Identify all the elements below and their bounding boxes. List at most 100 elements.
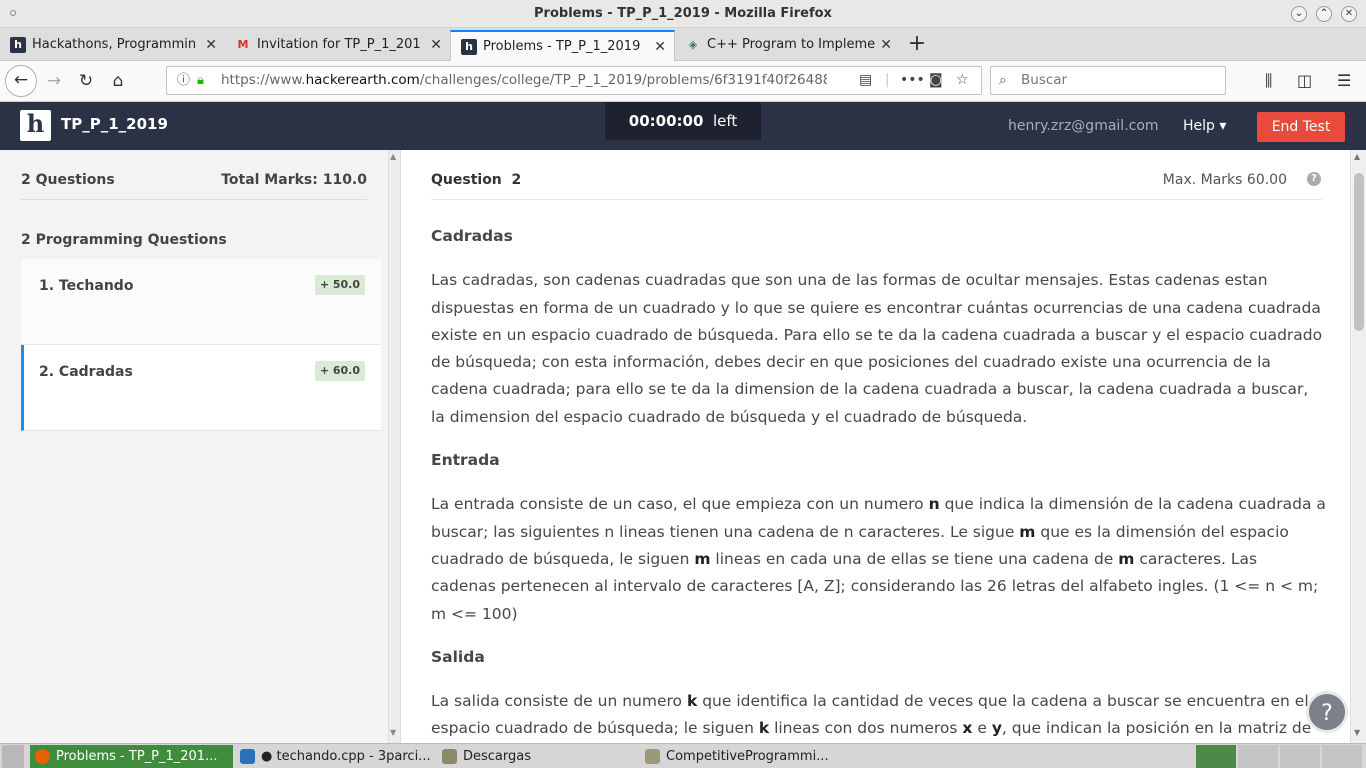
max-marks: Max. Marks 60.00 [1162, 172, 1287, 188]
search-input[interactable]: ⌕ Buscar [990, 66, 1226, 95]
pocket-icon[interactable]: ◙ [929, 67, 943, 94]
help-question-icon[interactable]: ? [1307, 172, 1321, 186]
variable-name: x [962, 719, 973, 738]
tab-label: C++ Program to Impleme [707, 37, 876, 52]
countdown-timer: 00:00:00 left [605, 102, 761, 140]
page-actions-icon[interactable]: ••• [900, 67, 925, 94]
bookmark-star-icon[interactable]: ☆ [956, 67, 969, 94]
user-email[interactable]: henry.zrz@gmail.com [1008, 118, 1159, 134]
new-tab-icon[interactable]: + [905, 30, 929, 58]
pane-splitter[interactable]: ▲ ▼ [388, 150, 401, 743]
variable-name: m [694, 549, 711, 568]
lock-icon[interactable]: 🔒︎ [197, 67, 204, 94]
tab-strip: h Hackathons, Programmin ✕ M Invitation … [0, 28, 1366, 62]
marks-badge: + 50.0 [314, 275, 365, 295]
taskbar-item-descargas[interactable]: Descargas [437, 745, 637, 768]
close-tab-icon[interactable]: ✕ [654, 32, 666, 62]
window-menu-icon[interactable] [10, 10, 16, 16]
scroll-up-icon[interactable]: ▲ [390, 152, 396, 161]
hackerearth-icon: h [10, 37, 26, 53]
tab-problems[interactable]: h Problems - TP_P_1_2019 ✕ [450, 30, 675, 62]
os-taskbar: Problems - TP_P_1_201... ● techando.cpp … [0, 743, 1366, 768]
scroll-down-icon[interactable]: ▼ [390, 728, 396, 737]
search-placeholder: Buscar [1021, 72, 1068, 88]
page-scrollbar[interactable]: ▲ ▼ [1350, 150, 1366, 743]
question-item-cadradas[interactable]: 2. Cadradas + 60.0 [21, 345, 381, 431]
workspace-1-icon[interactable] [1196, 745, 1236, 768]
gmail-icon: M [237, 38, 249, 51]
problem-statement: Cadradas Las cadradas, son cadenas cuadr… [431, 223, 1326, 743]
challenge-name: TP_P_1_2019 [61, 115, 168, 133]
close-tab-icon[interactable]: ✕ [205, 30, 217, 60]
tab-hackathons[interactable]: h Hackathons, Programmin ✕ [0, 30, 225, 61]
url-bar[interactable]: ⓘ 🔒︎ https://www.hackerearth.com/challen… [166, 66, 982, 95]
library-icon[interactable]: ⫼ [1265, 71, 1272, 91]
statement-paragraph: La salida consiste de un numero k que id… [431, 688, 1326, 743]
taskbar-label: ● techando.cpp - 3parci... [261, 749, 431, 764]
question-title: 2. Cadradas [39, 364, 133, 380]
section-heading: Salida [431, 647, 485, 666]
workspace-3-icon[interactable] [1280, 745, 1320, 768]
sidebar-toggle-icon[interactable]: ◫ [1297, 71, 1312, 90]
taskbar-item-firefox[interactable]: Problems - TP_P_1_201... [30, 745, 233, 768]
question-label: Question [431, 172, 502, 188]
taskbar-item-vscode[interactable]: ● techando.cpp - 3parci... [235, 745, 435, 768]
file-manager-icon[interactable] [2, 745, 24, 768]
forward-icon[interactable]: → [39, 67, 69, 97]
statement-paragraph: Las cadradas, son cadenas cuadradas que … [431, 267, 1326, 431]
tab-invitation[interactable]: M Invitation for TP_P_1_201 ✕ [225, 30, 450, 61]
problem-title: Cadradas [431, 227, 513, 245]
reload-icon[interactable]: ↻ [71, 67, 101, 97]
divider [431, 199, 1322, 200]
maximize-icon[interactable]: ⌃ [1316, 6, 1332, 22]
url-divider: | [885, 72, 890, 88]
home-icon[interactable]: ⌂ [103, 67, 133, 97]
statement-paragraph: La entrada consiste de un caso, el que e… [431, 491, 1326, 627]
help-dropdown[interactable]: Help ▾ [1183, 118, 1226, 134]
variable-name: n [928, 495, 940, 514]
info-icon[interactable]: ⓘ [177, 67, 190, 94]
taskbar-label: Problems - TP_P_1_201... [56, 749, 218, 764]
question-item-techando[interactable]: 1. Techando + 50.0 [21, 259, 381, 345]
end-test-button[interactable]: End Test [1257, 112, 1345, 142]
taskbar-item-document[interactable]: CompetitiveProgrammi... [640, 745, 840, 768]
scrollbar-thumb[interactable] [1354, 173, 1364, 331]
variable-name: k [758, 719, 770, 738]
site-icon: ◈ [688, 38, 698, 51]
divider [21, 199, 367, 200]
close-tab-icon[interactable]: ✕ [880, 30, 892, 60]
firefox-icon [35, 749, 50, 764]
hackerearth-logo[interactable]: h [20, 110, 51, 141]
reader-view-icon[interactable]: ▤ [859, 67, 872, 94]
statement-text: Las cadradas, son cadenas cuadradas que … [431, 271, 1323, 426]
help-fab-icon[interactable]: ? [1306, 691, 1348, 733]
section-title: 2 Programming Questions [21, 232, 227, 248]
statement-text: La salida consiste de un numero [431, 692, 687, 711]
minimize-icon[interactable]: ⌄ [1291, 6, 1307, 22]
scroll-up-icon[interactable]: ▲ [1354, 152, 1360, 161]
timer-value: 00:00:00 [628, 112, 704, 130]
variable-name: m [1118, 549, 1135, 568]
document-icon [645, 749, 660, 764]
back-icon[interactable]: ← [5, 65, 37, 97]
question-number: 2 [511, 172, 522, 188]
statement-text: e [972, 719, 992, 738]
questions-count: 2 Questions [21, 172, 115, 188]
scroll-down-icon[interactable]: ▼ [1354, 728, 1360, 737]
statement-text: lineas en cada una de ellas se tiene una… [710, 549, 1119, 568]
question-title: 1. Techando [39, 278, 134, 294]
menu-icon[interactable]: ☰ [1337, 71, 1351, 90]
hackerearth-icon: h [461, 39, 477, 55]
tab-cpp-program[interactable]: ◈ C++ Program to Impleme ✕ [675, 30, 900, 61]
variable-name: k [686, 692, 698, 711]
url-text[interactable]: https://www.hackerearth.com/challenges/c… [221, 67, 827, 94]
statement-text: La entrada consiste de un caso, el que e… [431, 495, 929, 514]
close-window-icon[interactable]: ✕ [1341, 6, 1357, 22]
question-panel: Question 2 Max. Marks 60.00 ? Cadradas L… [401, 150, 1350, 743]
total-marks: Total Marks: 110.0 [221, 172, 367, 188]
close-tab-icon[interactable]: ✕ [430, 30, 442, 60]
tab-label: Invitation for TP_P_1_201 [257, 37, 421, 52]
search-icon: ⌕ [999, 72, 1007, 88]
workspace-4-icon[interactable] [1322, 745, 1362, 768]
workspace-2-icon[interactable] [1238, 745, 1278, 768]
